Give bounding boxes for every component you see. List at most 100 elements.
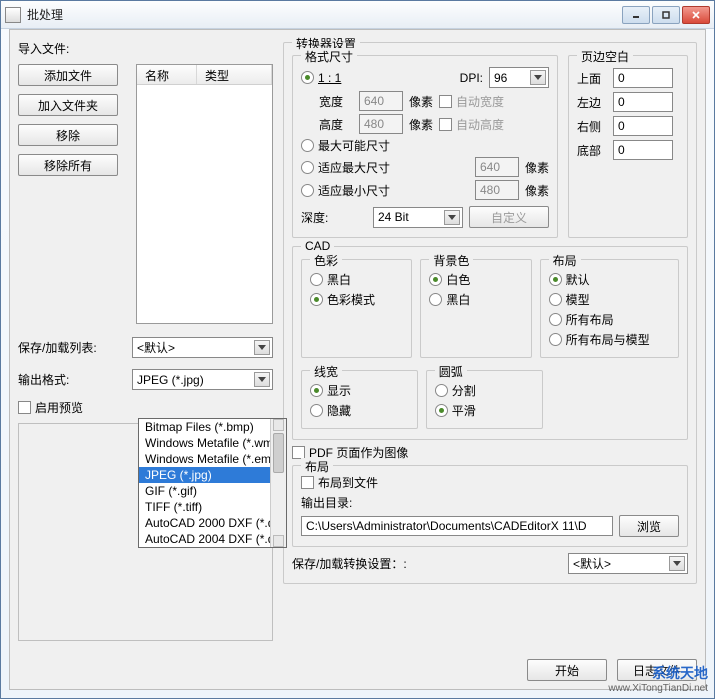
chevron-down-icon	[530, 70, 546, 85]
height-unit: 像素	[409, 116, 433, 133]
layout-group: 布局 默认 模型 所有布局 所有布局与模型	[540, 259, 679, 358]
col-name[interactable]: 名称	[137, 65, 197, 84]
left-panel: 导入文件: 添加文件 加入文件夹 移除 移除所有 名称 类型	[18, 38, 273, 641]
format-option[interactable]: Windows Metafile (*.em	[139, 451, 286, 467]
margin-right-input[interactable]: 0	[613, 116, 673, 136]
lw-show-radio[interactable]: 显示	[310, 382, 409, 399]
file-list-header: 名称 类型	[137, 65, 272, 85]
width-label: 宽度	[319, 93, 353, 110]
lw-hide-radio[interactable]: 隐藏	[310, 402, 409, 419]
save-list-label: 保存/加载列表:	[18, 339, 126, 356]
layout-to-file-checkbox[interactable]: 布局到文件	[301, 474, 378, 491]
output-format-dropdown[interactable]: Bitmap Files (*.bmp)Windows Metafile (*.…	[138, 418, 287, 548]
margin-left-input[interactable]: 0	[613, 92, 673, 112]
format-option[interactable]: Bitmap Files (*.bmp)	[139, 419, 286, 435]
save-conv-label: 保存/加载转换设置：:	[292, 555, 407, 572]
format-option[interactable]: GIF (*.gif)	[139, 483, 286, 499]
chevron-down-icon	[444, 210, 460, 225]
format-size-title: 格式尺寸	[301, 48, 357, 65]
layout-all-model-radio[interactable]: 所有布局与模型	[549, 331, 670, 348]
chevron-down-icon	[669, 556, 685, 571]
bgcolor-group: 背景色 白色 黑白	[420, 259, 531, 358]
window-title: 批处理	[27, 6, 622, 23]
custom-button: 自定义	[469, 206, 549, 228]
start-button[interactable]: 开始	[527, 659, 607, 681]
arc-group: 圆弧 分割 平滑	[426, 370, 543, 429]
format-option[interactable]: JPEG (*.jpg)	[139, 467, 286, 483]
format-option[interactable]: AutoCAD 2004 DXF (*.dx	[139, 531, 286, 547]
save-list-combo[interactable]: <默认>	[132, 337, 273, 358]
fit-max-radio[interactable]: 适应最大尺寸	[301, 159, 390, 176]
layout-model-radio[interactable]: 模型	[549, 291, 670, 308]
auto-height-checkbox: 自动高度	[439, 116, 504, 133]
layout-all-radio[interactable]: 所有布局	[549, 311, 670, 328]
import-files-label: 导入文件:	[18, 40, 273, 57]
log-button[interactable]: 日志文件	[617, 659, 697, 681]
chevron-down-icon	[254, 372, 270, 387]
max-possible-radio[interactable]: 最大可能尺寸	[301, 137, 390, 154]
enable-preview-checkbox[interactable]: 启用预览	[18, 399, 83, 416]
titlebar: 批处理	[1, 1, 714, 29]
color-mode-radio[interactable]: 色彩模式	[310, 291, 403, 308]
app-icon	[5, 7, 21, 23]
cad-title: CAD	[301, 239, 334, 253]
chevron-down-icon	[254, 340, 270, 355]
width-input[interactable]: 640	[359, 91, 403, 111]
file-list[interactable]: 名称 类型	[136, 64, 273, 324]
outdir-label: 输出目录:	[301, 494, 679, 511]
layout-default-radio[interactable]: 默认	[549, 271, 670, 288]
converter-settings-group: 转换器设置 格式尺寸 1 : 1 DPI: 96 宽度	[283, 42, 697, 584]
output-format-combo[interactable]: JPEG (*.jpg)	[132, 369, 273, 390]
enable-preview-label: 启用预览	[35, 399, 83, 416]
fit-min-input[interactable]: 480	[475, 180, 519, 200]
depth-combo[interactable]: 24 Bit	[373, 207, 463, 228]
width-unit: 像素	[409, 93, 433, 110]
right-panel: 转换器设置 格式尺寸 1 : 1 DPI: 96 宽度	[283, 38, 697, 641]
checkbox-icon	[18, 401, 31, 414]
format-size-group: 格式尺寸 1 : 1 DPI: 96 宽度 640 像素	[292, 55, 558, 238]
save-conv-combo[interactable]: <默认>	[568, 553, 688, 574]
fit-max-input[interactable]: 640	[475, 157, 519, 177]
format-option[interactable]: TIFF (*.tiff)	[139, 499, 286, 515]
add-file-button[interactable]: 添加文件	[18, 64, 118, 86]
color-group: 色彩 黑白 色彩模式	[301, 259, 412, 358]
arc-split-radio[interactable]: 分割	[435, 382, 534, 399]
remove-all-button[interactable]: 移除所有	[18, 154, 118, 176]
height-input[interactable]: 480	[359, 114, 403, 134]
add-folder-button[interactable]: 加入文件夹	[18, 94, 118, 116]
auto-width-checkbox: 自动宽度	[439, 93, 504, 110]
format-option[interactable]: Windows Metafile (*.wm	[139, 435, 286, 451]
col-type[interactable]: 类型	[197, 65, 272, 84]
close-button[interactable]	[682, 6, 710, 24]
remove-button[interactable]: 移除	[18, 124, 118, 146]
arc-smooth-radio[interactable]: 平滑	[435, 402, 534, 419]
margin-top-input[interactable]: 0	[613, 68, 673, 88]
format-option[interactable]: AutoCAD 2000 DXF (*.dx	[139, 515, 286, 531]
depth-label: 深度:	[301, 209, 328, 226]
fit-min-radio[interactable]: 适应最小尺寸	[301, 182, 390, 199]
margin-bottom-input[interactable]: 0	[613, 140, 673, 160]
window: 批处理 导入文件: 添加文件 加入文件夹 移除 移除所有	[0, 0, 715, 699]
output-layout-group: 布局 布局到文件 输出目录: C:\Users\Administrator\Do…	[292, 465, 688, 547]
linewidth-group: 线宽 显示 隐藏	[301, 370, 418, 429]
color-bw-radio[interactable]: 黑白	[310, 271, 403, 288]
browse-button[interactable]: 浏览	[619, 515, 679, 537]
scrollbar[interactable]	[270, 419, 286, 547]
output-format-label: 输出格式:	[18, 371, 126, 388]
maximize-button[interactable]	[652, 6, 680, 24]
save-list-value: <默认>	[137, 339, 175, 356]
outdir-input[interactable]: C:\Users\Administrator\Documents\CADEdit…	[301, 516, 613, 536]
margins-title: 页边空白	[577, 48, 633, 65]
bg-white-radio[interactable]: 白色	[429, 271, 522, 288]
ratio-1-1-radio[interactable]: 1 : 1	[301, 71, 341, 85]
dpi-combo[interactable]: 96	[489, 67, 549, 88]
minimize-button[interactable]	[622, 6, 650, 24]
output-format-value: JPEG (*.jpg)	[137, 373, 204, 387]
cad-group: CAD 色彩 黑白 色彩模式 背景色 白色 黑白	[292, 246, 688, 440]
dpi-label: DPI:	[460, 71, 483, 85]
height-label: 高度	[319, 116, 353, 133]
margins-group: 页边空白 上面0 左边0 右侧0 底部0	[568, 55, 688, 238]
footer: 开始 日志文件	[527, 659, 697, 681]
window-controls	[622, 6, 710, 24]
bg-black-radio[interactable]: 黑白	[429, 291, 522, 308]
